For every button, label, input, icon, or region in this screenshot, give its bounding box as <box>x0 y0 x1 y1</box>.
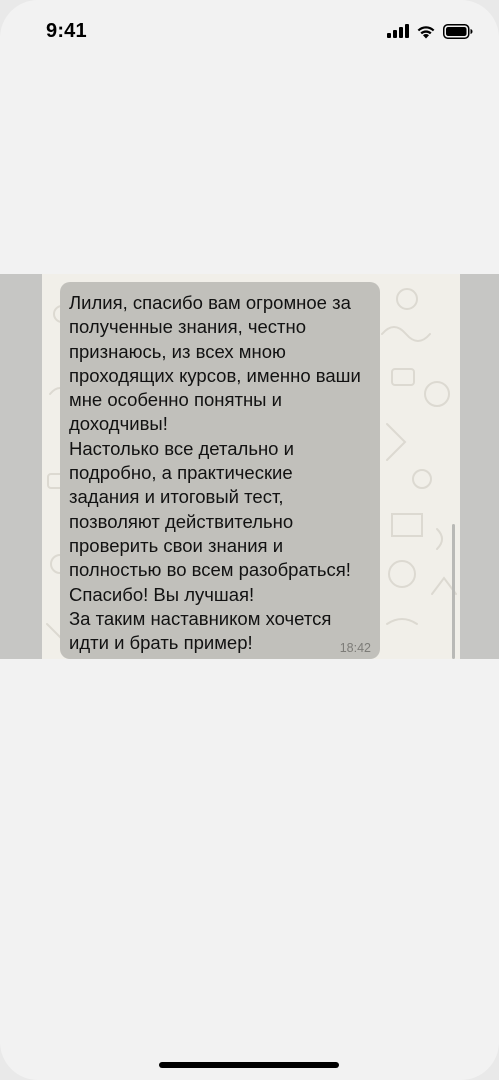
message-line: полностью во всем разобраться! <box>69 559 351 581</box>
message-line: подробно, а практические <box>69 462 293 484</box>
status-time: 9:41 <box>46 20 87 42</box>
home-indicator[interactable] <box>159 1062 339 1068</box>
status-bar: 9:41 <box>0 0 499 64</box>
message-timestamp: 18:42 <box>339 641 371 655</box>
message-line: проверить свои знания и <box>69 534 284 556</box>
message-line: мне особенно понятны и <box>69 389 282 411</box>
message-line: Спасибо! Вы лучшая! <box>69 583 255 605</box>
message-line: полученные знания, честно <box>69 316 307 338</box>
wifi-icon <box>416 24 436 39</box>
phone-screen: 9:41 Лилия, спасибо вам огромное за полу… <box>0 0 499 1080</box>
message-line: Лилия, спасибо вам огромное за <box>69 292 351 313</box>
message-bubble: Лилия, спасибо вам огромное за полученны… <box>60 282 380 659</box>
screenshot-image: Лилия, спасибо вам огромное за полученны… <box>0 274 499 659</box>
status-icons <box>387 22 473 40</box>
message-line: признаюсь, из всех мною <box>69 340 286 362</box>
message-line: За таким наставником хочется <box>69 607 332 629</box>
chat-scrollbar <box>452 524 455 659</box>
message-line: Настолько все детально и <box>69 437 294 459</box>
message-line: идти и брать пример! <box>69 632 253 654</box>
message-line: доходчивы! <box>69 413 168 435</box>
battery-icon <box>443 23 473 39</box>
message-line: позволяют действительно <box>69 510 294 532</box>
cellular-signal-icon <box>387 24 409 38</box>
message-line: проходящих курсов, именно ваши <box>69 364 361 386</box>
message-line: задания и итоговый тест, <box>69 486 284 508</box>
